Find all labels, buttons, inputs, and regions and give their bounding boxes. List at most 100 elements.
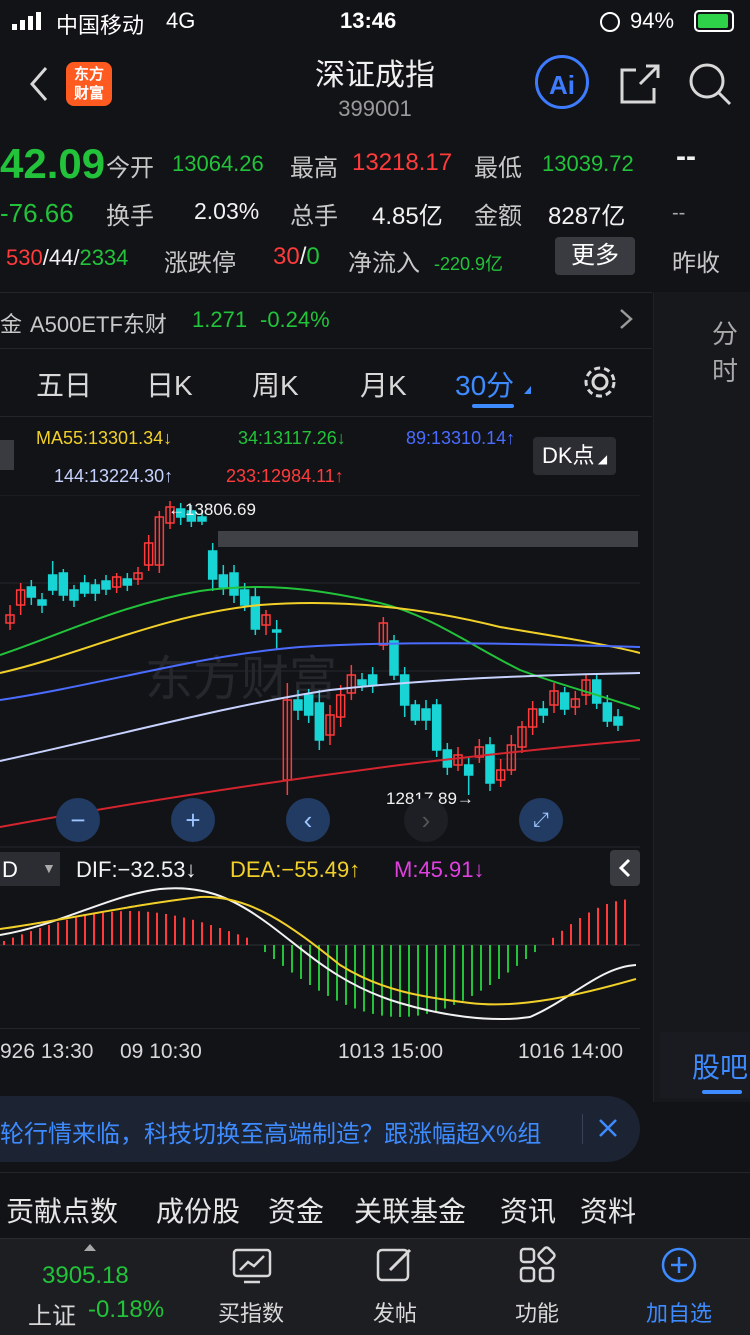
zoom-out-button[interactable]: − (56, 798, 100, 842)
macd-chart (0, 887, 640, 1021)
candle-body (271, 629, 282, 633)
candle-body (314, 702, 325, 741)
candle-body (613, 716, 623, 726)
sh-index-name: 上证 (28, 1303, 76, 1330)
ma144-label: 144:13224.30↑ (54, 466, 174, 486)
volume-value: 4.85亿 (372, 203, 443, 230)
banner-text: 轮行情来临，科技切换至高端制造？跟涨幅超X%组 (0, 1121, 542, 1148)
ma233-label: 233:12984.11↑ (226, 466, 344, 486)
tab-month-k[interactable]: 月K (360, 364, 407, 404)
breadth-up: 530 (6, 245, 43, 270)
high-label: 最高 (290, 155, 338, 182)
kline-chart[interactable]: 东方财富 ←13806.69 12817.89→ (0, 495, 640, 850)
etf-change: -0.24% (260, 307, 330, 332)
tab-funds[interactable]: 资金 (268, 1190, 324, 1230)
clock: 13:46 (340, 8, 397, 33)
tab-week-k[interactable]: 周K (252, 364, 299, 404)
scroll-right-button[interactable]: › (404, 798, 448, 842)
candle-body (101, 580, 111, 590)
share-icon[interactable] (618, 62, 662, 106)
ai-button[interactable]: Ai (535, 55, 589, 109)
dea-value: DEA:−55.49↑ (230, 857, 361, 882)
open-label: 今开 (106, 155, 154, 182)
close-icon[interactable] (596, 1116, 620, 1145)
scroll-left-button[interactable]: ‹ (286, 798, 330, 842)
etf-row[interactable]: 金 A500ETF东财 1.271 -0.24% (0, 292, 652, 349)
ma55-label: MA55:13301.34↓ (36, 428, 173, 448)
tab-day-k[interactable]: 日K (146, 364, 193, 404)
candle-body (389, 640, 399, 676)
settings-gear-icon[interactable] (582, 364, 618, 400)
high-value: 13218.17 (352, 149, 453, 176)
zoom-in-button[interactable]: + (171, 798, 215, 842)
candle-body (485, 744, 495, 784)
tab-dropdown-icon (524, 386, 531, 394)
expand-up-icon[interactable] (84, 1244, 96, 1251)
candle-body (293, 699, 303, 711)
dif-value: DIF:−32.53↓ (76, 857, 197, 882)
candle-body (357, 679, 367, 686)
turnover-label: 换手 (106, 203, 154, 230)
price-change: -76.66 (0, 198, 74, 228)
candle-body (303, 694, 314, 716)
collapse-panel-button[interactable] (610, 850, 640, 886)
candle-body (421, 708, 431, 721)
amount-label: 金额 (474, 203, 522, 230)
tab-30min[interactable]: 30分 (455, 364, 514, 404)
etf-prefix: 金 (0, 312, 23, 337)
netflow-label: 净流入 (348, 250, 420, 277)
search-icon[interactable] (686, 60, 734, 108)
candle-body (399, 674, 410, 706)
rotation-lock-icon (600, 12, 620, 32)
right-dash: -- (672, 202, 686, 224)
post-icon[interactable] (376, 1246, 414, 1289)
tab-news[interactable]: 资讯 (500, 1190, 556, 1230)
tab-constituents[interactable]: 成份股 (156, 1190, 240, 1230)
candle-body (463, 764, 474, 776)
promo-banner[interactable]: 轮行情来临，科技切换至高端制造？跟涨幅超X%组 (0, 1096, 640, 1162)
candle-body (58, 572, 69, 596)
nav-add-watchlist[interactable]: 加自选 (624, 1296, 734, 1328)
dk-label: DK点 (541, 443, 595, 468)
time-label-3: 1013 15:00 (338, 1040, 444, 1063)
indicator-selector[interactable]: D ▼ (0, 852, 60, 886)
candle-body (591, 679, 602, 704)
limit-label: 涨跌停 (164, 250, 236, 277)
candle-body (250, 596, 261, 630)
time-label-1: 926 13:30 (0, 1040, 94, 1063)
candle-body (538, 708, 549, 716)
fullscreen-icon[interactable]: ⤢ (519, 798, 563, 842)
more-button[interactable]: 更多 (555, 237, 635, 275)
breadth-flat: 44 (48, 245, 74, 270)
signal-icon (12, 12, 48, 30)
candle-body (410, 704, 421, 721)
time-label-2: 09 10:30 (120, 1040, 202, 1063)
high-annotation: ←13806.69 (168, 500, 256, 519)
carrier: 中国移动 (56, 13, 145, 38)
tab-five-day[interactable]: 五日 (36, 364, 92, 404)
tab-profile[interactable]: 资料 (580, 1190, 636, 1230)
dk-point-button[interactable]: DK点 ◢ (533, 437, 616, 475)
candle-body (239, 589, 250, 606)
tab-underline (472, 404, 514, 408)
candle-body (602, 702, 613, 722)
open-value: 13064.26 (172, 151, 264, 176)
candle-body (69, 589, 79, 601)
functions-icon[interactable] (518, 1246, 556, 1289)
current-price: 42.09 (0, 140, 106, 187)
buy-index-icon[interactable] (232, 1248, 272, 1289)
turnover-value: 2.03% (194, 198, 260, 224)
nav-functions[interactable]: 功能 (482, 1296, 592, 1328)
guba-tab[interactable]: 股吧 (660, 1032, 750, 1098)
nav-post[interactable]: 发帖 (340, 1296, 450, 1328)
limit-counts: 30/0 (273, 243, 320, 270)
nav-buy-index[interactable]: 买指数 (196, 1296, 306, 1328)
ma-selector[interactable] (0, 440, 14, 470)
limit-up: 30 (273, 243, 300, 270)
add-watchlist-icon[interactable] (660, 1246, 698, 1289)
tab-related-funds[interactable]: 关联基金 (354, 1190, 466, 1230)
sh-index-value: 3905.18 (42, 1262, 129, 1289)
market-breadth: 530/44/2334 (6, 245, 129, 270)
intraday-label[interactable]: 分时 (712, 314, 750, 388)
tab-contribution[interactable]: 贡献点数 (6, 1190, 118, 1230)
